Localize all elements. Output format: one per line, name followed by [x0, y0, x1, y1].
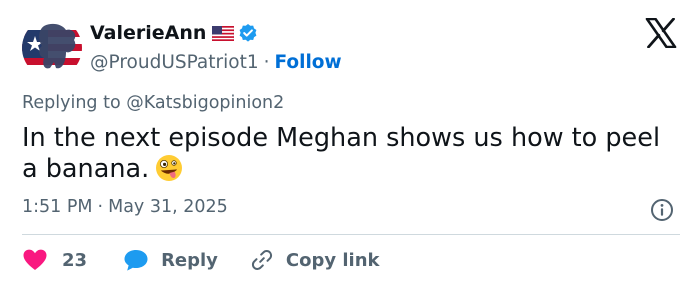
action-bar: 23 Reply Copy link — [22, 246, 380, 274]
reply-label: Reply — [161, 249, 218, 271]
replying-to: Replying to @Katsbigopinion2 — [22, 93, 284, 113]
verified-badge-icon — [238, 23, 258, 43]
name-row: ValerieAnn — [90, 20, 342, 46]
user-block: ValerieAnn @ProudUSPatriot1 · Follow — [90, 20, 342, 76]
heart-icon — [22, 248, 48, 272]
replying-mention-link[interactable]: @Katsbigopinion2 — [126, 93, 284, 113]
separator-dot: · — [97, 197, 104, 217]
separator-dot: · — [263, 51, 270, 73]
handle[interactable]: @ProudUSPatriot1 — [90, 52, 259, 73]
tweet-text: In the next episode Meghan shows us how … — [22, 123, 682, 185]
tweet-date[interactable]: May 31, 2025 — [108, 197, 228, 217]
follow-button[interactable]: Follow — [275, 52, 342, 73]
link-icon — [250, 248, 274, 272]
reply-button[interactable]: Reply — [123, 248, 218, 272]
divider — [22, 234, 680, 235]
like-button[interactable]: 23 — [22, 248, 87, 272]
info-icon[interactable] — [650, 198, 674, 222]
zany-face-emoji-icon — [155, 154, 183, 182]
like-count: 23 — [62, 249, 88, 271]
tweet-time[interactable]: 1:51 PM — [22, 197, 93, 217]
timestamp-row[interactable]: 1:51 PM · May 31, 2025 — [22, 197, 228, 217]
avatar[interactable] — [22, 18, 82, 78]
avatar-image — [22, 18, 82, 78]
x-logo-icon[interactable] — [645, 17, 677, 49]
handle-row: @ProudUSPatriot1 · Follow — [90, 48, 342, 76]
display-name[interactable]: ValerieAnn — [90, 22, 206, 44]
reply-bubble-icon — [123, 248, 149, 272]
copy-link-label: Copy link — [285, 249, 380, 271]
tweet-text-body: In the next episode Meghan shows us how … — [22, 123, 661, 184]
copy-link-button[interactable]: Copy link — [250, 248, 380, 272]
tweet-embed-card: ValerieAnn @ProudUSPatriot1 · Follow Rep… — [0, 0, 700, 287]
replying-prefix: Replying to — [22, 93, 121, 113]
us-flag-icon — [212, 25, 235, 41]
